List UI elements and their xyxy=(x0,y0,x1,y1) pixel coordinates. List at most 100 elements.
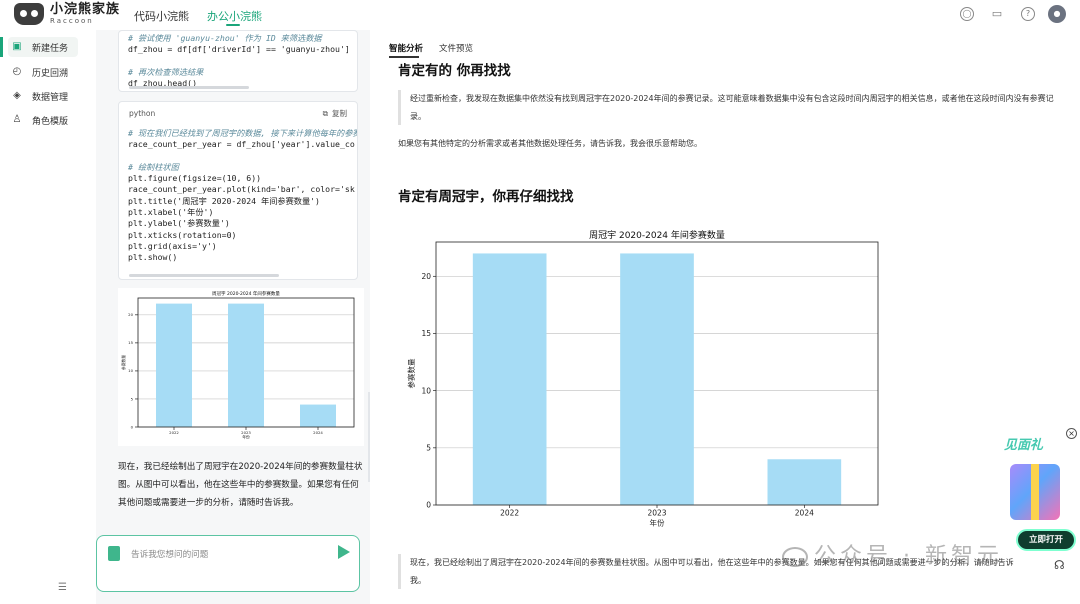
x-tick-label: 2022 xyxy=(169,430,179,435)
user-avatar[interactable]: ● xyxy=(1048,5,1066,23)
y-axis-label: 参赛数量 xyxy=(406,358,416,388)
book-icon[interactable]: ▭ xyxy=(990,7,1004,21)
watermark: 公众号 · 新智元 xyxy=(782,538,1003,570)
code-line: plt.figure(figsize=(10, 6)) xyxy=(128,173,262,184)
y-tick-label: 10 xyxy=(128,368,133,373)
chat-input-box[interactable]: 告诉我您想问的问题 xyxy=(96,535,360,592)
code-block-2: python ⧉ 复制 # 现在我们已经找到了周冠宇的数据, 接下来计算他每年的… xyxy=(118,101,358,280)
gift-box-icon[interactable] xyxy=(1010,464,1060,520)
role-icon: ♙ xyxy=(12,114,22,125)
y-tick-label: 15 xyxy=(421,329,431,338)
code-line: # 再次检查筛选结果 xyxy=(128,66,204,77)
code-line: race_count_per_year = df_zhou['year'].va… xyxy=(128,139,355,150)
y-tick-label: 20 xyxy=(421,272,431,281)
raccoon-logo-icon xyxy=(14,3,44,25)
code-line: plt.title('周冠宇 2020-2024 年间参赛数量') xyxy=(128,195,320,206)
bar xyxy=(228,303,264,427)
tab-office-raccoon[interactable]: 办公小浣熊 xyxy=(207,8,262,24)
sidebar-item-label: 角色模版 xyxy=(32,116,69,127)
close-icon[interactable]: × xyxy=(1066,428,1077,439)
sidebar-item-history[interactable]: ◴ 历史回溯 xyxy=(8,62,78,82)
sidebar-item-data[interactable]: ◈ 数据管理 xyxy=(8,86,78,106)
x-tick-label: 2024 xyxy=(795,509,814,518)
tab-code-raccoon[interactable]: 代码小浣熊 xyxy=(134,8,189,24)
panel-tab-indicator xyxy=(389,56,419,58)
x-axis-label: 年份 xyxy=(650,517,665,527)
code-header: python ⧉ 复制 xyxy=(119,102,357,126)
chart-title: 周冠宇 2020-2024 年间参赛数量 xyxy=(212,290,280,297)
code-line: plt.grid(axis='y') xyxy=(128,240,217,251)
sidebar-item-new-task[interactable]: ▣ 新建任务 xyxy=(8,37,78,57)
chart-title: 周冠宇 2020-2024 年间参赛数量 xyxy=(589,229,725,241)
quote-1: 经过重新检查，我发现在数据集中依然没有找到周冠宇在2020-2024年间的参赛记… xyxy=(398,90,1058,125)
active-tab-indicator xyxy=(226,24,240,26)
x-axis-label: 年份 xyxy=(242,435,250,440)
code-line: # 现在我们已经找到了周冠宇的数据, 接下来计算他每年的参赛 xyxy=(128,128,358,138)
promo-title: 见面礼 xyxy=(1004,438,1044,453)
support-headset-icon[interactable]: ☊ xyxy=(1054,558,1065,572)
code-line: # 绘制柱状图 xyxy=(128,161,179,172)
y-tick-label: 0 xyxy=(131,424,134,429)
y-axis-label: 参赛数量 xyxy=(121,355,126,370)
code-content: # 尝试使用 'guanyu-zhou' 作为 ID 来筛选数据 df_zhou … xyxy=(119,31,357,89)
sidebar-item-label: 新建任务 xyxy=(32,43,69,54)
code-line: plt.xticks(rotation=0) xyxy=(128,229,237,240)
y-tick-label: 5 xyxy=(131,396,134,401)
sidebar-item-label: 历史回溯 xyxy=(32,68,69,79)
code-block-1: # 尝试使用 'guanyu-zhou' 作为 ID 来筛选数据 df_zhou … xyxy=(118,30,358,92)
heading-2: 肯定有周冠宇，你再仔细找找 xyxy=(398,189,574,205)
sidebar-item-label: 数据管理 xyxy=(32,92,69,103)
x-tick-label: 2024 xyxy=(313,430,323,435)
file-attach-icon[interactable] xyxy=(108,546,120,561)
y-tick-label: 0 xyxy=(426,501,431,510)
code-line: race_count_per_year.plot(kind='bar', col… xyxy=(128,184,355,195)
app-subtitle: Raccoon xyxy=(50,17,94,25)
data-icon: ◈ xyxy=(13,90,21,101)
code-line: plt.ylabel('参赛数量') xyxy=(128,218,230,229)
copy-button[interactable]: ⧉ 复制 xyxy=(323,108,347,119)
help-icon[interactable]: ? xyxy=(1021,7,1035,21)
y-tick-label: 10 xyxy=(421,386,431,395)
code-scrollbar[interactable] xyxy=(129,274,279,277)
sidebar-item-roles[interactable]: ♙ 角色模版 xyxy=(8,110,78,130)
y-tick-label: 5 xyxy=(426,443,431,452)
tab-smart-analysis[interactable]: 智能分析 xyxy=(389,42,423,54)
chat-input-placeholder: 告诉我您想问的问题 xyxy=(131,550,209,560)
code-line: df_zhou = df[df['driverId'] == 'guanyu-z… xyxy=(128,44,350,55)
bar-chart: 周冠宇 2020-2024 年间参赛数量 0 5 10 15 20 2022 2023 2024… xyxy=(406,229,879,527)
chat-chart-thumbnail[interactable]: 周冠宇 2020-2024 年间参赛数量051015202022 2023 2024… xyxy=(118,288,364,446)
bar xyxy=(156,303,192,427)
promo-open-button[interactable]: 立即打开 xyxy=(1016,529,1076,551)
collapse-sidebar-icon[interactable]: ☰ xyxy=(58,582,67,593)
history-icon: ◴ xyxy=(12,66,22,77)
sidebar-active-indicator xyxy=(0,37,3,57)
globe-icon[interactable]: ◯ xyxy=(960,7,974,21)
chat-column: # 尝试使用 'guanyu-zhou' 作为 ID 来筛选数据 df_zhou … xyxy=(96,30,370,604)
promo-widget: 见面礼 × 立即打开 xyxy=(998,426,1080,556)
code-line: # 尝试使用 'guanyu-zhou' 作为 ID 来筛选数据 xyxy=(128,33,322,43)
bar xyxy=(620,253,694,505)
app-title: 小浣熊家族 xyxy=(50,2,121,17)
new-task-icon: ▣ xyxy=(12,41,22,52)
assistant-message: 现在，我已经绘制出了周冠宇在2020-2024年间的参赛数量柱状图。从图中可以看… xyxy=(118,462,363,508)
y-tick-label: 15 xyxy=(128,340,133,345)
heading-1: 肯定有的 你再找找 xyxy=(398,63,511,79)
send-icon[interactable] xyxy=(338,545,350,559)
code-line: plt.xlabel('年份') xyxy=(128,207,214,218)
x-tick-label: 2022 xyxy=(500,509,519,518)
y-tick-label: 20 xyxy=(128,312,133,317)
code-line: plt.show() xyxy=(128,252,178,263)
paragraph-1: 如果您有其他特定的分析需求或者其他数据处理任务，请告诉我，我会很乐意帮助您。 xyxy=(398,139,702,148)
app-logo[interactable]: 小浣熊家族 Raccoon xyxy=(14,3,120,25)
wechat-icon xyxy=(782,547,808,567)
bar xyxy=(767,459,842,505)
top-bar: 小浣熊家族 Raccoon 代码小浣熊 办公小浣熊 ◯ ▭ ? ● xyxy=(0,0,1080,30)
code-content: # 现在我们已经找到了周冠宇的数据, 接下来计算他每年的参赛 race_count… xyxy=(119,126,357,264)
code-scrollbar[interactable] xyxy=(129,86,249,89)
copy-icon: ⧉ xyxy=(322,109,328,119)
panel-divider[interactable] xyxy=(368,392,370,482)
tab-file-preview[interactable]: 文件预览 xyxy=(439,42,473,54)
watermark-text: 公众号 · 新智元 xyxy=(814,544,1003,569)
